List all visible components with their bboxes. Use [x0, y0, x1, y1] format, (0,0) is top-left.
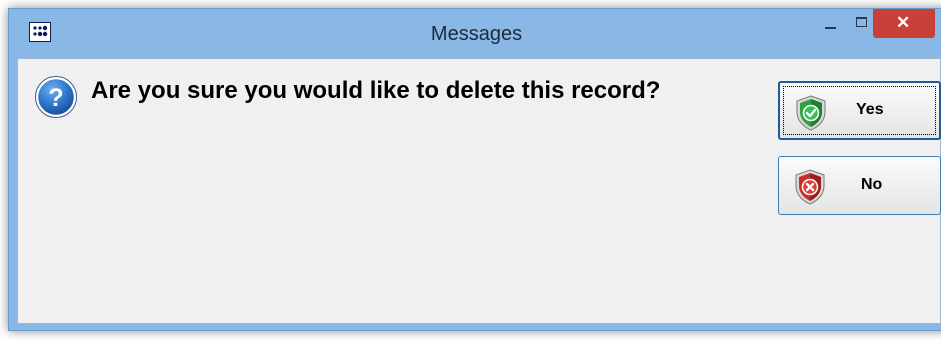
green-check-shield-icon — [796, 95, 826, 131]
close-icon: ✕ — [896, 13, 911, 32]
yes-label: Yes — [856, 101, 884, 118]
red-x-shield-icon — [795, 169, 825, 205]
question-icon: ? — [35, 76, 77, 118]
confirmation-message: Are you sure you would like to delete th… — [91, 77, 661, 104]
dialog-body: ? Are you sure you would like to delete … — [17, 58, 941, 324]
window-title: Messages — [430, 23, 523, 45]
no-label: No — [861, 176, 883, 193]
svg-text:?: ? — [48, 84, 63, 112]
minimize-icon — [825, 27, 836, 29]
close-button[interactable]: ✕ — [873, 9, 935, 38]
title-bar[interactable]: Messages ✕ — [9, 9, 941, 58]
no-button[interactable]: No — [778, 156, 941, 215]
maximize-icon — [856, 17, 867, 27]
messages-window: Messages ✕ ? Are you sure you would like… — [8, 8, 941, 331]
yes-button[interactable]: Yes — [778, 81, 941, 140]
minimize-button[interactable] — [816, 9, 846, 38]
